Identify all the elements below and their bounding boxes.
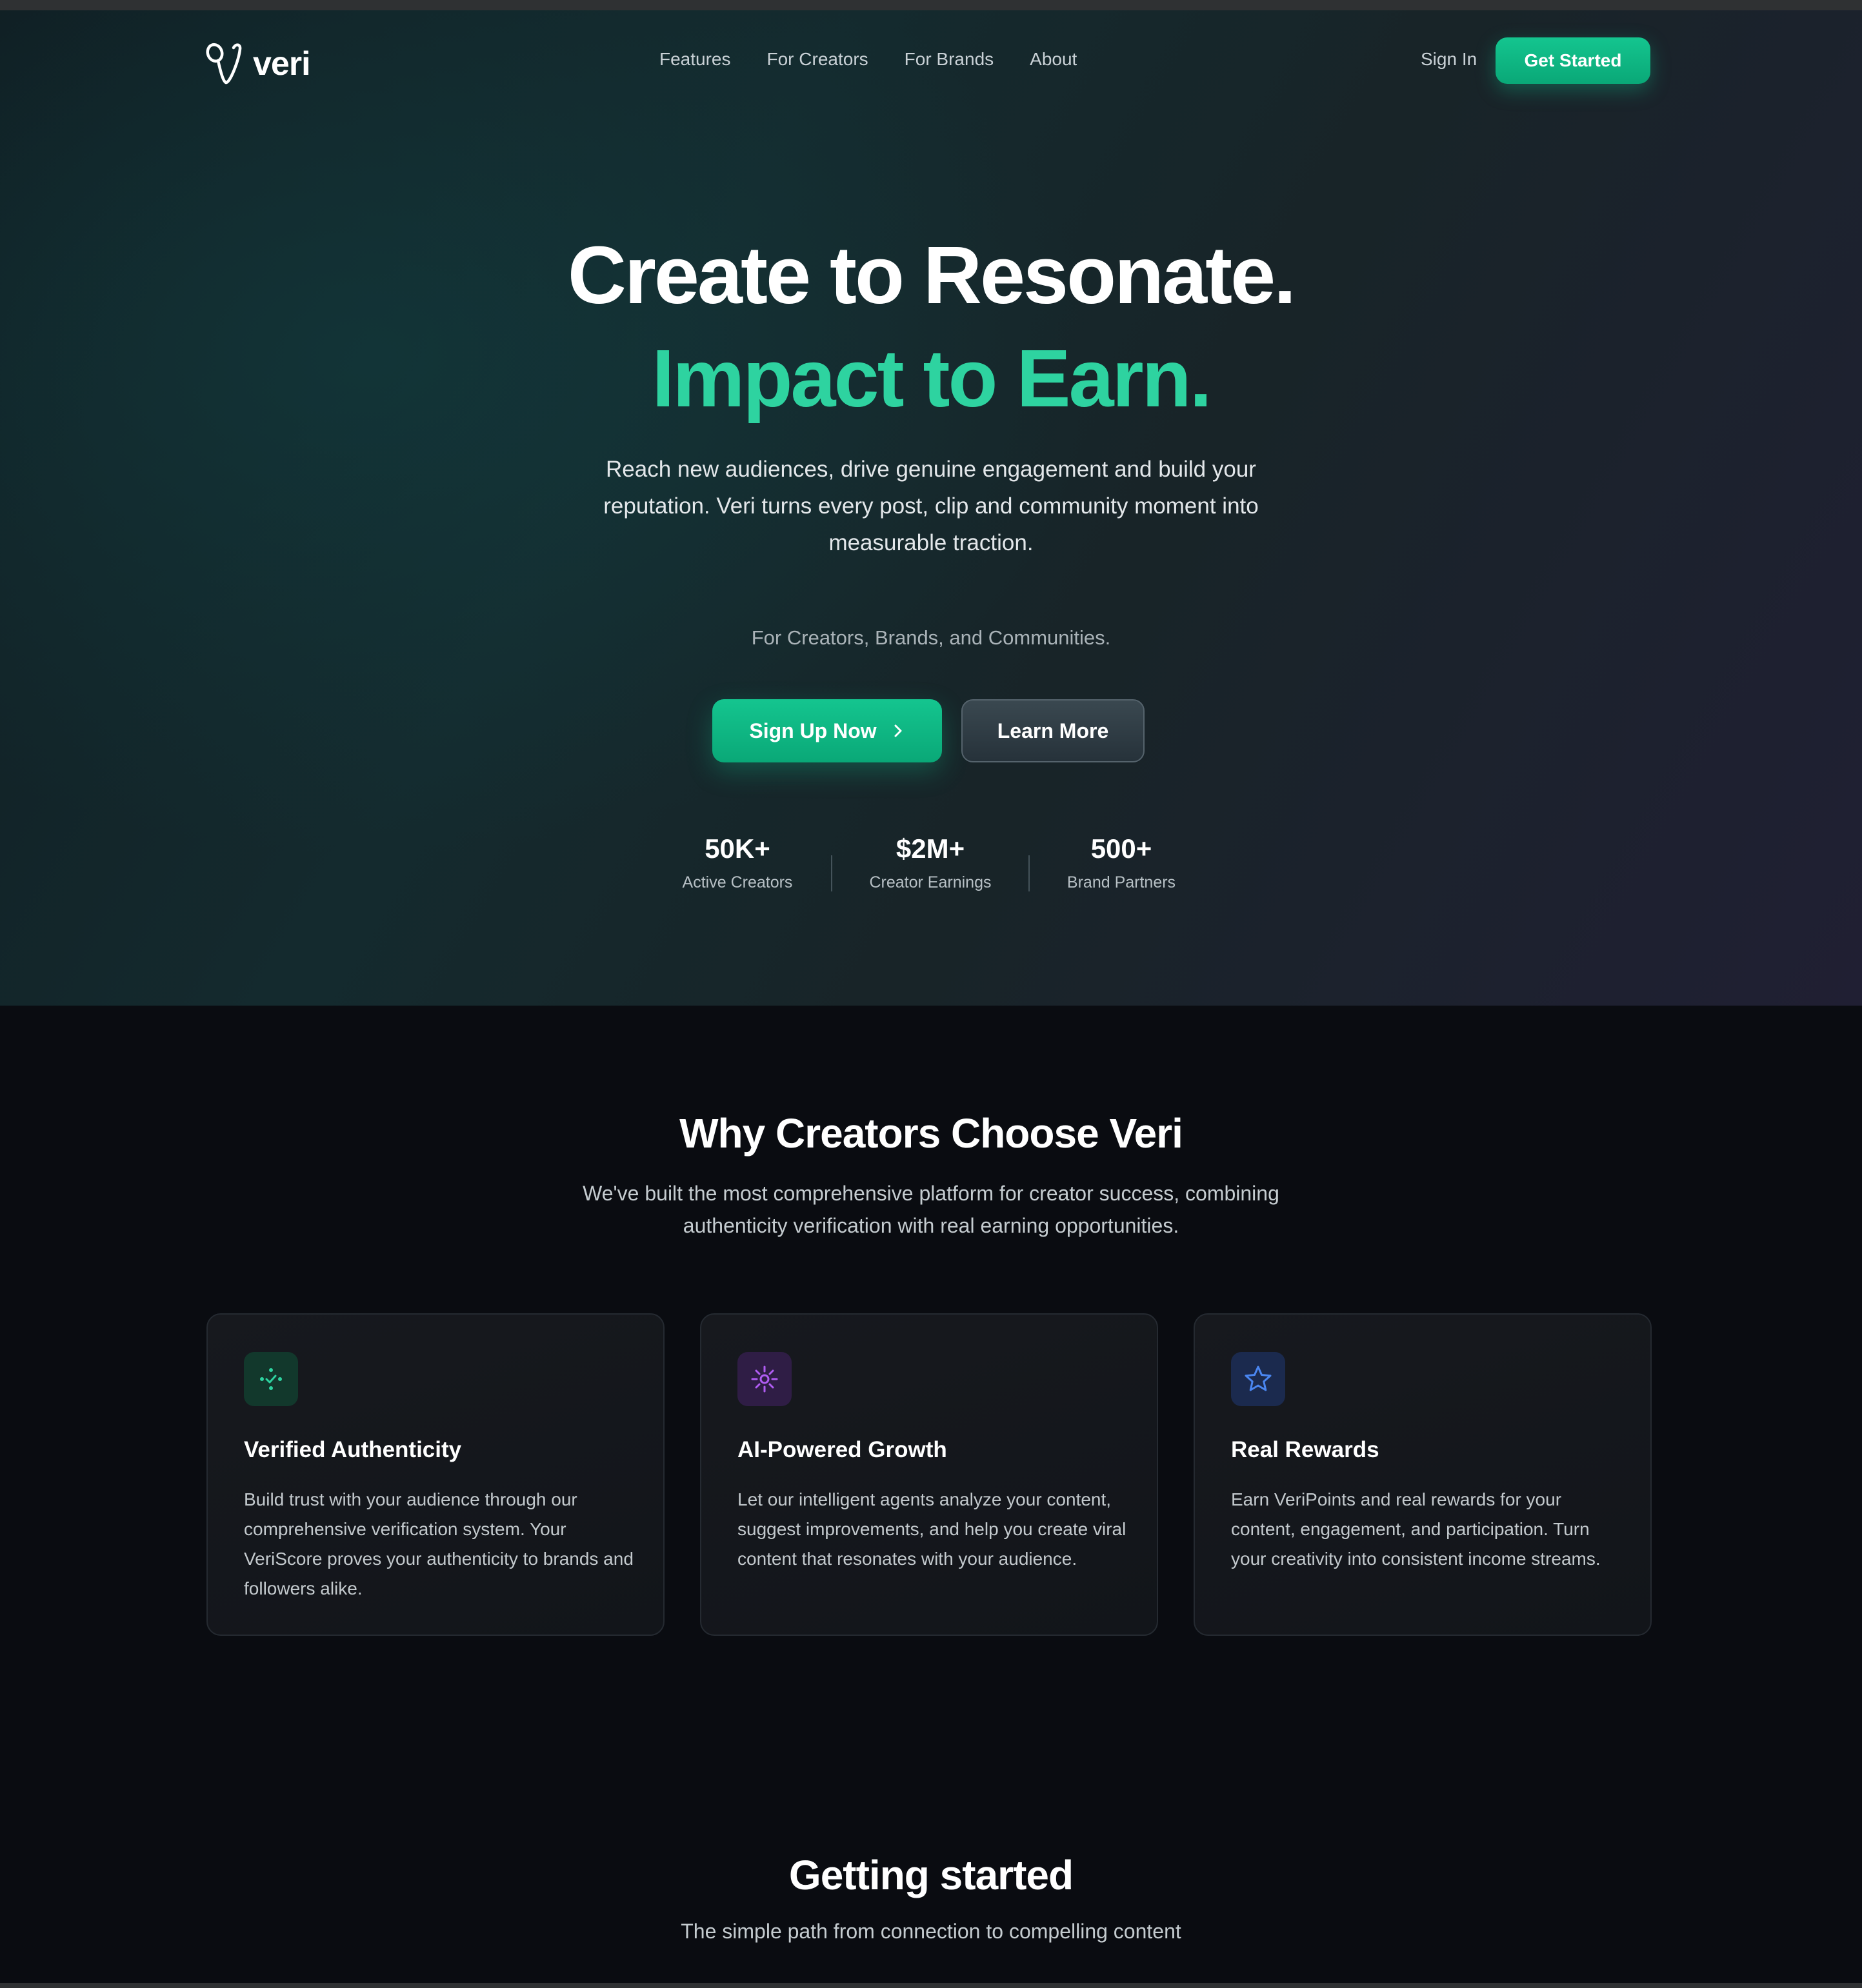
hero-title-line1: Create to Resonate.	[567, 230, 1296, 321]
sign-up-now-label: Sign Up Now	[749, 719, 877, 742]
stat-value: 500+	[1090, 833, 1152, 864]
nav-links: Features For Creators For Brands About	[659, 49, 1077, 70]
brand-logo[interactable]: veri	[204, 40, 311, 88]
why-section-subtitle: We've built the most comprehensive platf…	[583, 1182, 1279, 1237]
verified-sparkle-icon	[260, 1368, 282, 1390]
feature-icon-badge	[1231, 1352, 1285, 1406]
stat-label: Creator Earnings	[869, 873, 992, 891]
feature-icon-badge	[244, 1352, 298, 1406]
getting-started-subtitle: The simple path from connection to compe…	[681, 1920, 1181, 1943]
stat-label: Brand Partners	[1066, 873, 1176, 891]
learn-more-button[interactable]: Learn More	[961, 699, 1145, 762]
stat-creator-earnings: $2M+ Creator Earnings	[846, 833, 1014, 892]
star-icon	[1245, 1366, 1272, 1391]
stat-value: $2M+	[896, 833, 965, 864]
why-section-title: Why Creators Choose Veri	[679, 1110, 1183, 1157]
get-started-button[interactable]: Get Started	[1496, 37, 1650, 84]
feature-card-text: Let our intelligent agents analyze your …	[737, 1489, 1126, 1569]
feature-card-verified-authenticity: Verified Authenticity Build trust with y…	[206, 1313, 665, 1636]
stat-divider	[1028, 855, 1030, 891]
nav-link-features[interactable]: Features	[659, 49, 731, 70]
feature-card-title: Real Rewards	[1231, 1437, 1379, 1462]
feature-card-text: Earn VeriPoints and real rewards for you…	[1231, 1489, 1601, 1569]
nav-link-for-creators[interactable]: For Creators	[767, 49, 868, 70]
browser-bottom-edge	[0, 1983, 1862, 1988]
stat-value: 50K+	[705, 833, 770, 864]
feature-card-real-rewards: Real Rewards Earn VeriPoints and real re…	[1194, 1313, 1652, 1636]
feature-card-title: AI-Powered Growth	[737, 1437, 947, 1462]
nav-link-for-brands[interactable]: For Brands	[905, 49, 994, 70]
chevron-right-icon	[894, 724, 902, 737]
hero-description: Reach new audiences, drive genuine engag…	[603, 457, 1259, 555]
hero-section: veri Features For Creators For Brands Ab…	[0, 10, 1862, 1006]
stat-brand-partners: 500+ Brand Partners	[1037, 833, 1205, 892]
brand-name: veri	[253, 45, 311, 83]
stat-label: Active Creators	[682, 873, 793, 891]
veri-logo-icon	[206, 43, 242, 84]
sign-up-now-button[interactable]: Sign Up Now	[712, 699, 942, 762]
getting-started-title: Getting started	[788, 1852, 1074, 1898]
feature-card-title: Verified Authenticity	[244, 1437, 462, 1462]
top-nav: veri Features For Creators For Brands Ab…	[0, 10, 1862, 110]
sign-in-link[interactable]: Sign In	[1421, 49, 1477, 70]
nav-link-about[interactable]: About	[1030, 49, 1077, 70]
hero-title-line2: Impact to Earn.	[652, 333, 1212, 424]
feature-card-text: Build trust with your audience through o…	[244, 1489, 634, 1598]
feature-card-ai-powered-growth: AI-Powered Growth Let our intelligent ag…	[700, 1313, 1158, 1636]
stat-divider	[831, 855, 832, 891]
page: veri Features For Creators For Brands Ab…	[0, 0, 1862, 1988]
hero-stats: 50K+ Active Creators $2M+ Creator Earnin…	[0, 833, 1862, 917]
stat-active-creators: 50K+ Active Creators	[654, 833, 821, 892]
browser-top-edge	[0, 0, 1862, 10]
feature-icon-badge	[737, 1352, 792, 1406]
hero-audience-text: For Creators, Brands, and Communities.	[751, 626, 1111, 649]
sun-sparkle-icon	[751, 1366, 778, 1393]
